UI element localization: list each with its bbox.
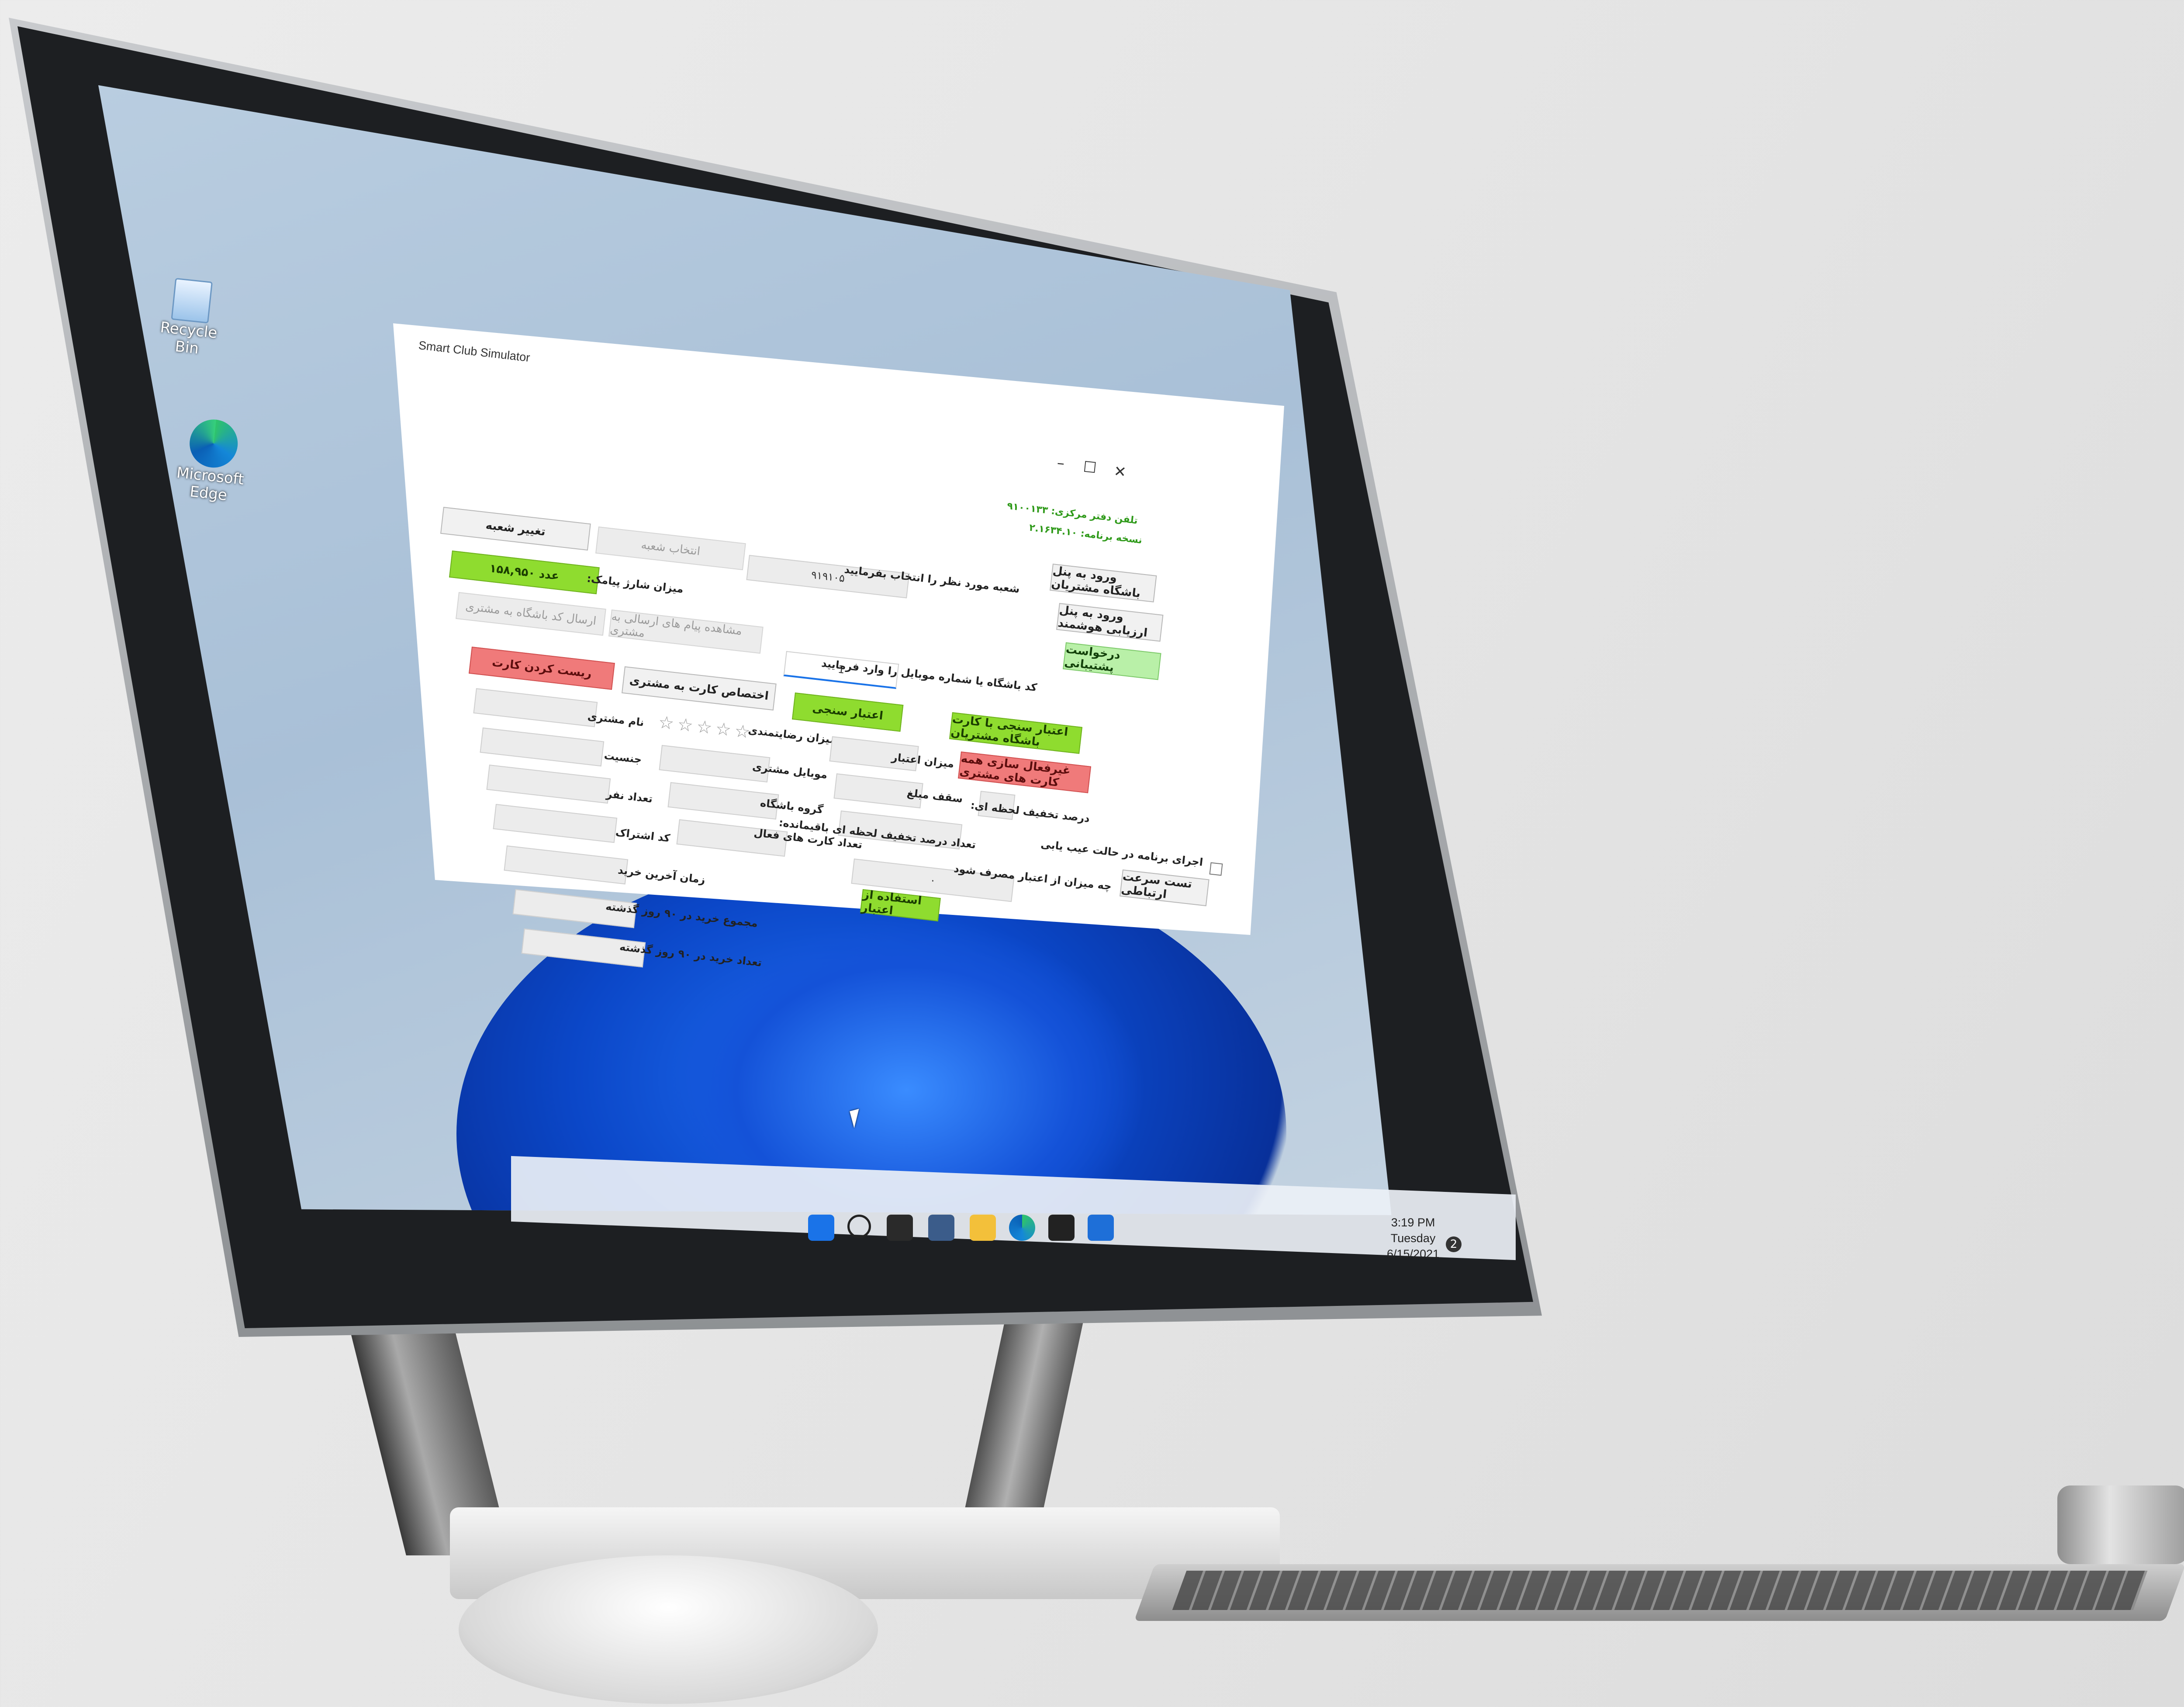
desktop-icon-label: Recycle Bin xyxy=(159,319,218,358)
desktop-icon-edge[interactable]: Microsoft Edge xyxy=(171,416,253,506)
edge-icon[interactable] xyxy=(1009,1215,1035,1241)
recycle-bin-icon xyxy=(171,277,213,324)
surface-dial xyxy=(2057,1485,2184,1564)
monitor-stand-right xyxy=(958,1311,1086,1538)
edge-icon xyxy=(187,417,240,470)
media-icon[interactable] xyxy=(1088,1215,1114,1241)
file-explorer-icon[interactable] xyxy=(970,1215,996,1241)
notification-badge[interactable]: 2 xyxy=(1446,1236,1462,1252)
task-view-icon[interactable] xyxy=(887,1215,913,1241)
windows-start-icon[interactable] xyxy=(808,1215,834,1241)
keyboard-keys xyxy=(1172,1571,2148,1610)
close-button[interactable]: ✕ xyxy=(1113,463,1127,481)
clock-day: Tuesday xyxy=(1390,1232,1436,1245)
system-clock[interactable]: 3:19 PM Tuesday 6/15/2021 xyxy=(1387,1215,1439,1262)
debug-mode-checkbox[interactable] xyxy=(1209,862,1223,876)
clock-date: 6/15/2021 xyxy=(1387,1247,1440,1260)
search-icon[interactable] xyxy=(847,1215,871,1238)
widgets-icon[interactable] xyxy=(928,1215,954,1241)
maximize-button[interactable]: ☐ xyxy=(1082,458,1097,477)
desktop-icon-recycle-bin[interactable]: Recycle Bin xyxy=(151,276,229,360)
mouse-device xyxy=(459,1555,878,1704)
store-icon[interactable] xyxy=(1048,1215,1075,1241)
clock-time: 3:19 PM xyxy=(1391,1216,1435,1229)
